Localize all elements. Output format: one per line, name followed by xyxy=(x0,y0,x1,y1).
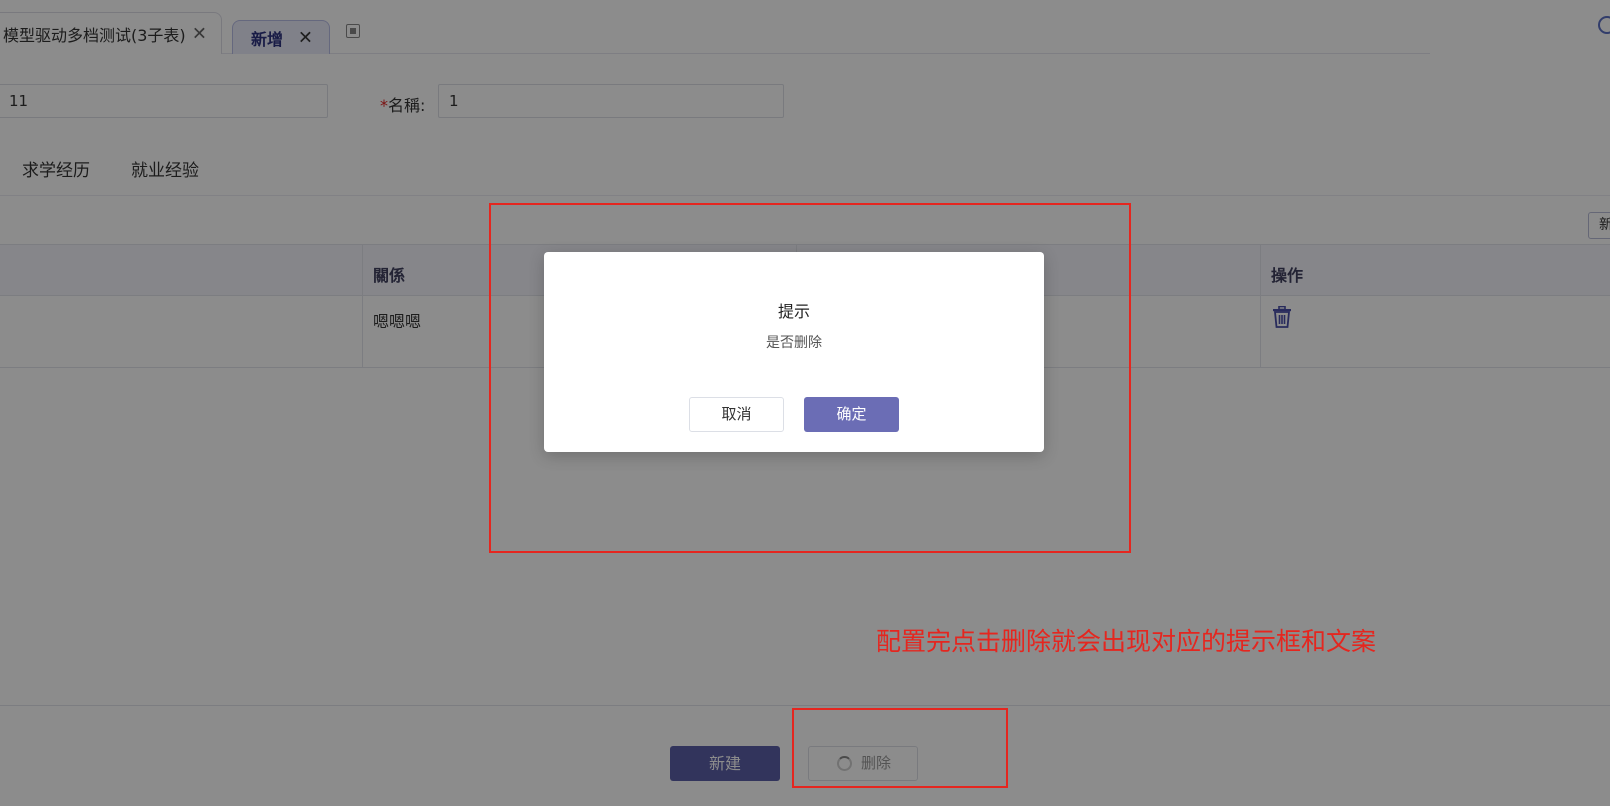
annotation-note: 配置完点击删除就会出现对应的提示框和文案 xyxy=(876,627,1377,656)
annotation-box-dialog xyxy=(489,203,1131,553)
annotation-box-delete xyxy=(792,708,1008,788)
